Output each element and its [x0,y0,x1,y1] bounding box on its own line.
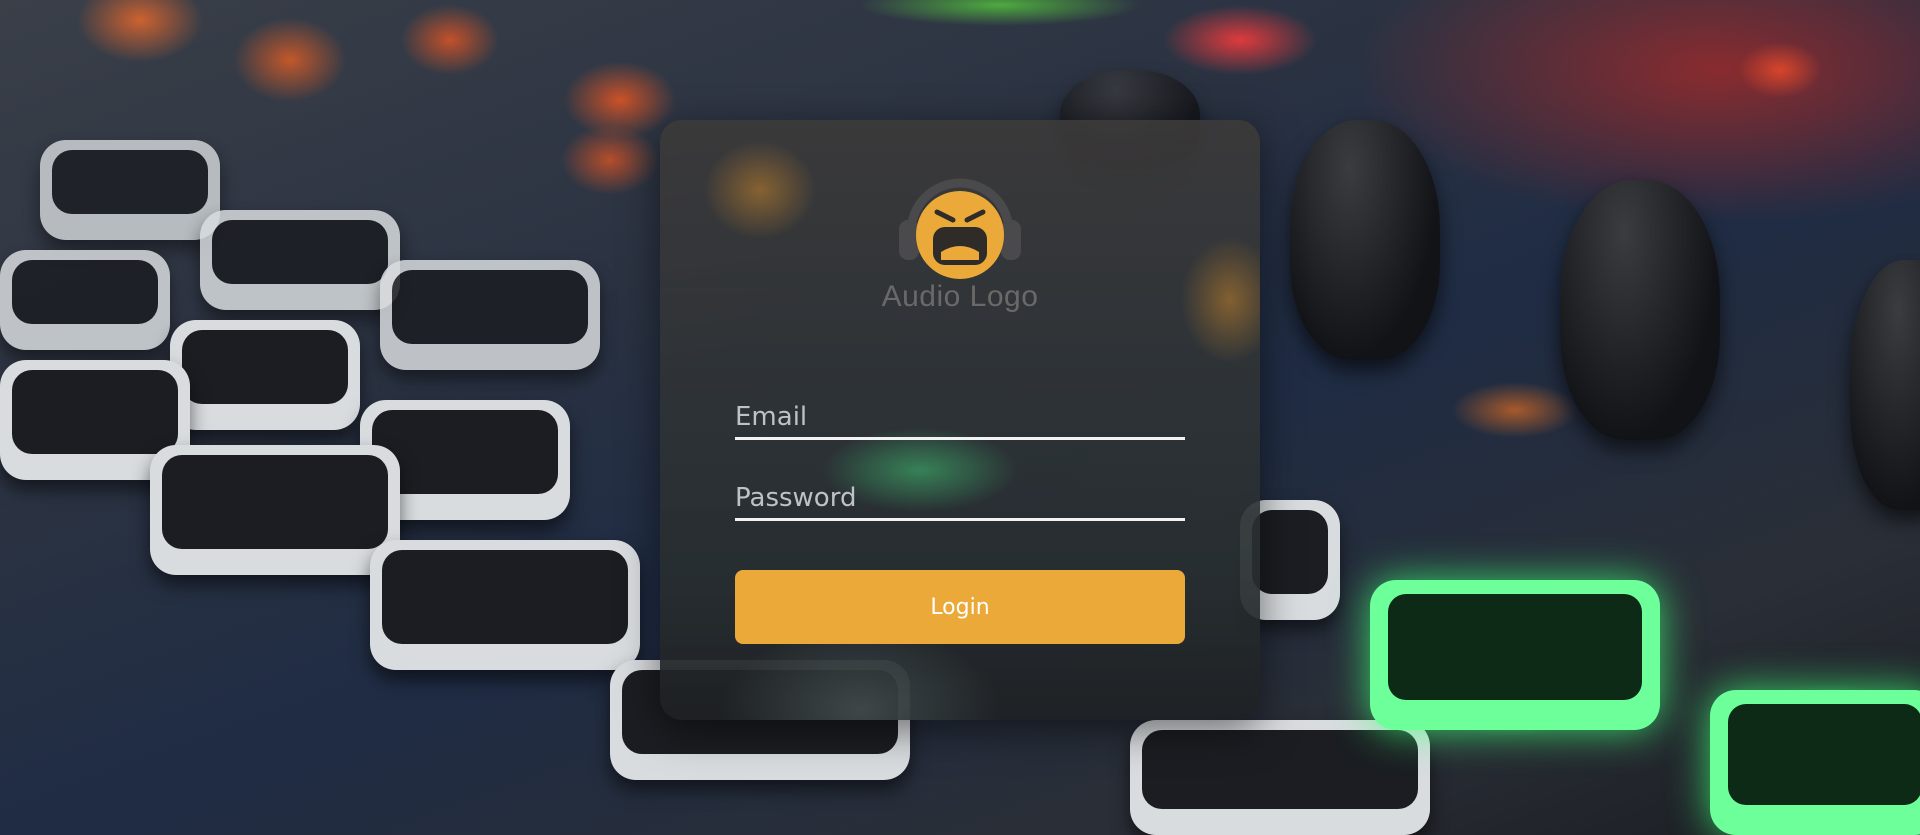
console-key [0,250,170,350]
console-key [200,210,400,310]
login-card: Audio Logo Login [660,120,1260,720]
console-knob [1850,260,1920,510]
console-key [1130,720,1430,835]
email-input[interactable] [735,397,1185,437]
console-knob [1560,180,1720,440]
console-key [40,140,220,240]
login-button[interactable]: Login [735,570,1185,644]
logo-text: Audio Logo [881,280,1039,313]
console-green-key [1370,580,1660,730]
logo [660,172,1260,286]
console-green-key [1710,690,1920,835]
console-knob [1290,120,1440,360]
email-field[interactable] [735,397,1185,440]
password-field[interactable] [735,478,1185,521]
console-key [170,320,360,430]
console-key [380,260,600,370]
password-input[interactable] [735,478,1185,518]
console-key [370,540,640,670]
console-key [150,445,400,575]
headphones-mascot-icon [899,178,1021,279]
